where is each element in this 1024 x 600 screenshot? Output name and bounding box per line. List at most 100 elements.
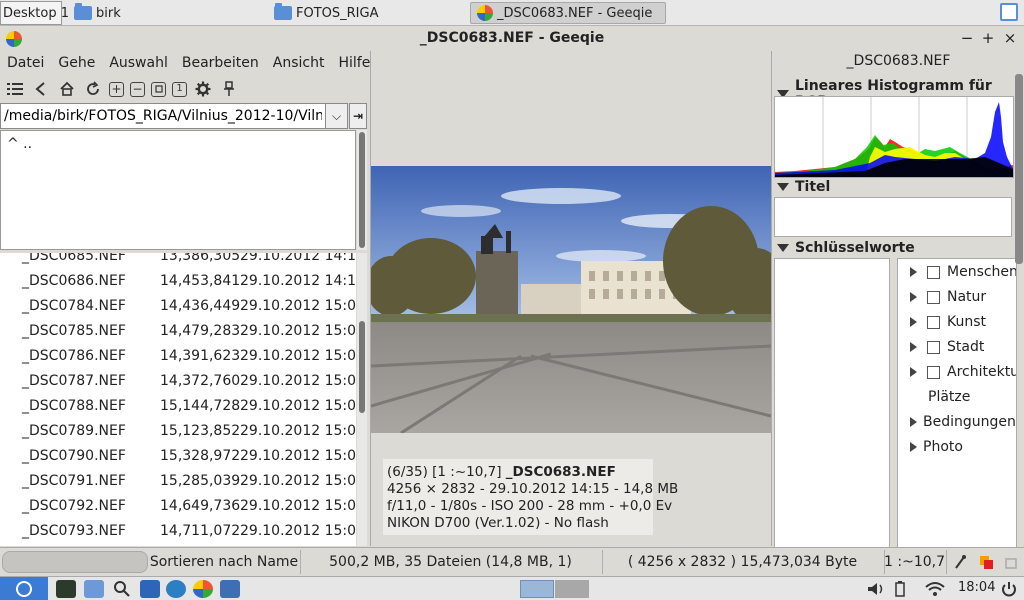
expander-right-icon[interactable] xyxy=(910,442,917,452)
file-row[interactable]: _DSC0786.NEF 14,391,623 29.10.2012 15:07 xyxy=(0,345,356,370)
file-size: 15,285,039 xyxy=(160,473,241,489)
keyword-menschen[interactable]: Menschen xyxy=(898,262,1016,282)
refresh-icon[interactable] xyxy=(83,79,103,99)
scrollbar-thumb[interactable] xyxy=(359,132,365,248)
taskbar-item-birk[interactable]: birk xyxy=(68,2,127,24)
file-row[interactable]: _DSC0791.NEF 15,285,039 29.10.2012 15:08 xyxy=(0,470,356,495)
home-icon[interactable] xyxy=(57,79,77,99)
file-date: 29.10.2012 15:08 xyxy=(240,498,356,514)
keywords-tree[interactable]: Menschen Natur Kunst Stadt Architektur P… xyxy=(897,258,1017,548)
menu-bearbeiten[interactable]: Bearbeiten xyxy=(175,55,266,71)
file-size: 14,372,760 xyxy=(160,373,241,389)
expander-right-icon[interactable] xyxy=(910,292,917,302)
maximize-button[interactable]: + xyxy=(979,29,997,47)
expander-right-icon[interactable] xyxy=(910,417,917,427)
keyword-plaetze[interactable]: Plätze xyxy=(928,387,970,407)
image-view[interactable]: (6/35) [1 :~10,7] _DSC0683.NEF 4256 × 28… xyxy=(370,51,772,546)
terminal-icon[interactable] xyxy=(56,580,76,598)
clock[interactable]: 18:04 xyxy=(958,580,995,595)
geeqie-icon[interactable] xyxy=(193,580,213,598)
file-row[interactable]: _DSC0789.NEF 15,123,852 29.10.2012 15:07 xyxy=(0,420,356,445)
menu-auswahl[interactable]: Auswahl xyxy=(102,55,175,71)
workspace-2[interactable] xyxy=(555,580,589,598)
keyword-checkbox[interactable] xyxy=(927,290,940,304)
zoom-fit-icon[interactable] xyxy=(151,81,166,97)
settings-icon[interactable] xyxy=(193,79,213,99)
show-desktop-icon[interactable] xyxy=(1000,3,1018,21)
menu-ansicht[interactable]: Ansicht xyxy=(266,55,332,71)
expander-right-icon[interactable] xyxy=(910,342,917,352)
directory-scrollbar[interactable] xyxy=(357,130,367,250)
file-row[interactable]: _DSC0685.NEF 13,386,305 29.10.2012 14:16 xyxy=(0,253,356,270)
sidebar-scrollbar[interactable] xyxy=(1015,74,1023,264)
keyword-architektur[interactable]: Architektur xyxy=(898,362,1016,382)
info-line-2: 4256 × 2832 - 29.10.2012 14:15 - 14,8 MB xyxy=(387,481,679,497)
file-row[interactable]: _DSC0785.NEF 14,479,283 29.10.2012 15:07 xyxy=(0,320,356,345)
file-list-scrollbar[interactable] xyxy=(357,253,367,546)
battery-icon[interactable] xyxy=(893,580,913,598)
file-row[interactable]: _DSC0686.NEF 14,453,841 29.10.2012 14:17 xyxy=(0,270,356,295)
path-input[interactable] xyxy=(0,103,326,129)
wifi-icon[interactable] xyxy=(924,580,945,598)
folder-icon xyxy=(274,3,292,20)
calculator-icon[interactable] xyxy=(220,580,240,598)
mail-icon[interactable] xyxy=(140,580,160,598)
keywords-section-header[interactable]: Schlüsselworte xyxy=(777,240,915,256)
back-icon[interactable] xyxy=(31,79,51,99)
path-dropdown-button[interactable]: ⌵ xyxy=(326,103,348,129)
menu-datei[interactable]: Datei xyxy=(0,55,51,71)
keyword-bedingungen[interactable]: Bedingungen xyxy=(898,412,1016,432)
file-row[interactable]: _DSC0784.NEF 14,436,449 29.10.2012 15:07 xyxy=(0,295,356,320)
keyword-natur[interactable]: Natur xyxy=(898,287,986,307)
browser-icon[interactable] xyxy=(166,580,186,598)
desktop-switcher[interactable]: Desktop 1 xyxy=(0,1,69,25)
keyword-kunst[interactable]: Kunst xyxy=(898,312,986,332)
titel-input[interactable] xyxy=(774,197,1012,237)
keywords-text-area[interactable] xyxy=(774,258,890,548)
expander-right-icon[interactable] xyxy=(910,367,917,377)
taskbar-item-geeqie[interactable]: _DSC0683.NEF - Geeqie xyxy=(470,2,666,24)
zoom-in-icon[interactable]: + xyxy=(109,81,124,97)
directory-list[interactable]: ^ .. xyxy=(0,130,356,250)
keyword-checkbox[interactable] xyxy=(927,265,940,279)
start-menu-button[interactable] xyxy=(0,577,48,600)
file-row[interactable]: _DSC0788.NEF 15,144,728 29.10.2012 15:07 xyxy=(0,395,356,420)
color-picker-icon[interactable] xyxy=(946,550,972,574)
minimize-button[interactable]: − xyxy=(958,29,976,47)
zoom-1-1-icon[interactable]: 1 xyxy=(172,81,187,97)
file-row[interactable]: _DSC0787.NEF 14,372,760 29.10.2012 15:07 xyxy=(0,370,356,395)
scrollbar-thumb[interactable] xyxy=(359,321,365,413)
menu-gehe[interactable]: Gehe xyxy=(51,55,102,71)
search-icon[interactable] xyxy=(112,580,132,598)
expander-right-icon[interactable] xyxy=(910,267,917,277)
keyword-stadt[interactable]: Stadt xyxy=(898,337,984,357)
taskbar-item-fotos-riga[interactable]: FOTOS_RIGA xyxy=(268,2,384,24)
expander-right-icon[interactable] xyxy=(910,317,917,327)
photo-preview[interactable] xyxy=(371,166,771,433)
histogram[interactable] xyxy=(774,96,1014,178)
workspace-1[interactable] xyxy=(520,580,554,598)
pin-icon[interactable] xyxy=(219,79,239,99)
keyword-checkbox[interactable] xyxy=(927,315,940,329)
list-view-icon[interactable] xyxy=(5,79,25,99)
close-button[interactable]: × xyxy=(1001,29,1019,47)
file-manager-icon[interactable] xyxy=(84,580,104,598)
color-profile-icon[interactable] xyxy=(973,550,999,574)
keyword-photo[interactable]: Photo xyxy=(898,437,963,457)
status-total: 500,2 MB, 35 Dateien (14,8 MB, 1) xyxy=(300,550,600,574)
status-total-text: 500,2 MB, 35 Dateien (14,8 MB, 1) xyxy=(329,554,572,570)
keyword-checkbox[interactable] xyxy=(927,340,940,354)
sort-button[interactable]: Sortieren nach Name xyxy=(150,550,298,574)
path-go-button[interactable]: ⇥ xyxy=(349,103,367,129)
volume-icon[interactable] xyxy=(866,580,886,598)
titel-section-header[interactable]: Titel xyxy=(777,179,830,195)
zoom-out-icon[interactable]: − xyxy=(130,81,145,97)
menu-bar: Datei Gehe Auswahl Bearbeiten Ansicht Hi… xyxy=(0,51,370,75)
parent-directory-item[interactable]: ^ .. xyxy=(7,136,32,152)
file-row[interactable]: _DSC0793.NEF 14,711,072 29.10.2012 15:08 xyxy=(0,520,356,545)
keyword-checkbox[interactable] xyxy=(927,365,940,379)
power-icon[interactable] xyxy=(1000,580,1020,598)
write-metadata-icon[interactable] xyxy=(999,550,1023,574)
file-row[interactable]: _DSC0792.NEF 14,649,736 29.10.2012 15:08 xyxy=(0,495,356,520)
file-row[interactable]: _DSC0790.NEF 15,328,972 29.10.2012 15:08 xyxy=(0,445,356,470)
